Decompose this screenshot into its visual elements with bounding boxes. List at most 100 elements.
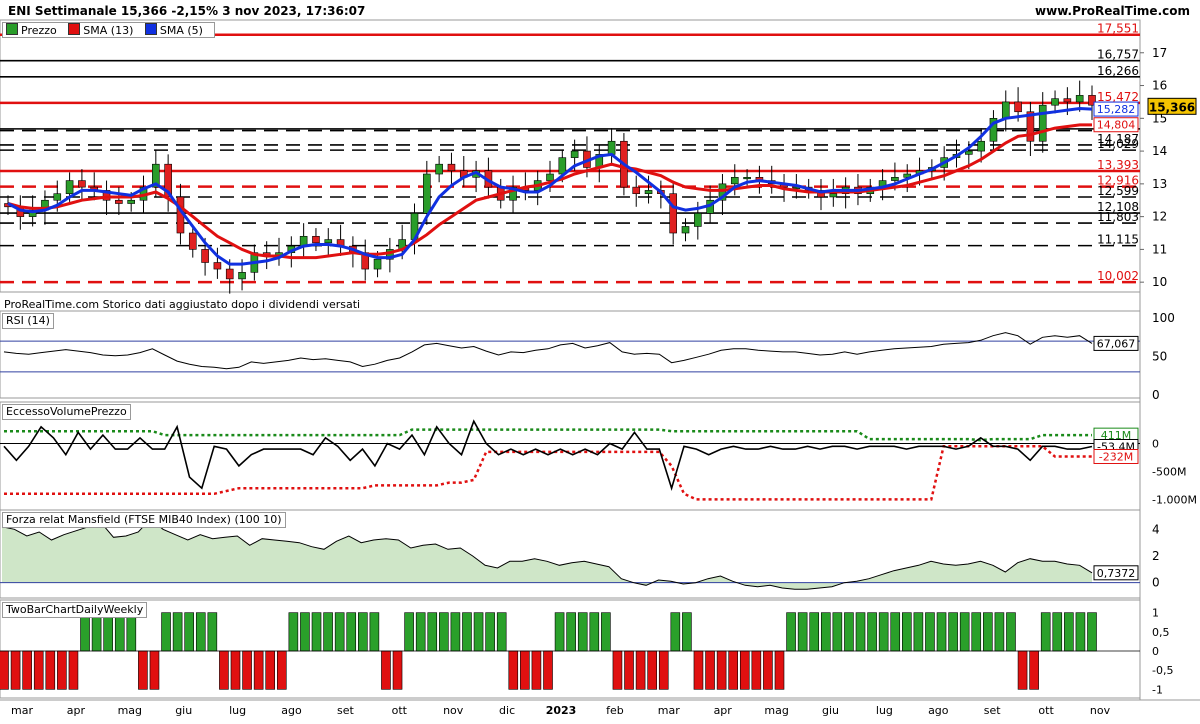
x-axis-label: nov — [443, 704, 464, 717]
twobar-bar — [276, 650, 287, 690]
side-tag-label: 15,282 — [1097, 103, 1136, 116]
twobar-bar — [936, 612, 947, 652]
twobar-bar — [959, 612, 970, 652]
evp-title-text: EccessoVolumePrezzo — [6, 405, 127, 418]
candle — [644, 190, 653, 194]
twobar-title[interactable]: TwoBarChartDailyWeekly — [2, 602, 148, 618]
price-legend: Prezzo SMA (13) SMA (5) — [2, 22, 215, 38]
twobar-bar — [358, 612, 368, 652]
candle — [607, 140, 616, 155]
twobar-bar — [809, 612, 820, 652]
candle — [558, 157, 567, 175]
twobar-bar — [219, 650, 229, 690]
legend-price-label: Prezzo — [21, 24, 57, 37]
candle — [694, 213, 702, 227]
twobar-bar — [832, 612, 843, 652]
price-y-tick-label: 10 — [1152, 275, 1167, 289]
price-y-tick-label: 12 — [1152, 210, 1167, 224]
chart-title: ENI Settimanale 15,366 -2,15% 3 nov 2023… — [8, 4, 365, 18]
twobar-bar — [161, 612, 171, 652]
twobar-bar — [971, 612, 982, 652]
candle — [546, 173, 554, 181]
legend-sma13[interactable]: SMA (13) — [68, 23, 133, 38]
twobar-bar — [473, 612, 484, 652]
level-label: 10,002 — [1097, 269, 1139, 283]
pane-frame-evp — [0, 401, 1141, 511]
twobar-bar — [925, 612, 935, 652]
price-swatch-icon — [6, 23, 18, 35]
x-axis-label: ott — [392, 704, 408, 717]
candle — [891, 177, 899, 181]
x-axis-label: giu — [175, 704, 192, 717]
last-price-label: 15,366 — [1149, 100, 1195, 114]
rsi-value-label: 67,067 — [1097, 337, 1136, 350]
twobar-bar — [797, 612, 808, 652]
twobar-bar — [601, 612, 611, 652]
twobar-bar — [820, 612, 831, 652]
x-axis-label: mar — [11, 704, 33, 717]
twobar-bar — [323, 612, 333, 652]
legend-sma5[interactable]: SMA (5) — [144, 23, 203, 38]
twobar-bar — [392, 650, 403, 690]
twobar-bar — [265, 650, 276, 690]
legend-price[interactable]: Prezzo — [6, 23, 57, 38]
data-note-text: ProRealTime.com Storico dati aggiustato … — [4, 298, 361, 311]
twobar-bar — [195, 612, 206, 652]
data-note: ProRealTime.com Storico dati aggiustato … — [4, 298, 360, 311]
twobar-bar — [22, 650, 32, 690]
candle — [829, 193, 838, 198]
side-tag-label: 14,804 — [1097, 119, 1136, 132]
legend-sma5-label: SMA (5) — [159, 24, 203, 37]
sma5-swatch-icon — [144, 23, 157, 35]
twobar-bar — [172, 612, 183, 652]
x-axis-label: set — [337, 704, 354, 717]
twobar-bar — [913, 612, 924, 652]
level-label: 16,266 — [1097, 64, 1139, 78]
twobar-bar — [415, 612, 426, 652]
x-axis-label: lug — [229, 704, 246, 717]
mansfield-value-label: 0,7372 — [1097, 567, 1136, 580]
twobar-bar — [647, 650, 657, 690]
candle — [1051, 98, 1059, 106]
level-label: 17,551 — [1097, 22, 1139, 36]
level-label: 16,757 — [1097, 48, 1139, 62]
site-label[interactable]: www.ProRealTime.com — [1035, 4, 1190, 18]
mansfield-title[interactable]: Forza relat Mansfield (FTSE MIB40 Index)… — [2, 512, 286, 528]
candle — [213, 262, 222, 270]
twobar-bar — [948, 612, 958, 652]
twobar-bar — [57, 650, 67, 690]
twobar-bar — [739, 650, 750, 690]
mansfield-y-tick-label: 2 — [1152, 549, 1160, 563]
site-text[interactable]: www.ProRealTime.com — [1035, 4, 1190, 18]
chart-svg: 17,55116,75716,26615,47214,67814,62714,1… — [0, 19, 1200, 717]
twobar-bar — [994, 612, 1005, 652]
twobar-bar — [138, 650, 148, 690]
twobar-bar — [658, 650, 669, 690]
twobar-bar — [705, 650, 715, 690]
twobar-y-tick-label: 0 — [1152, 645, 1159, 658]
twobar-bar — [890, 612, 901, 652]
evp-title[interactable]: EccessoVolumePrezzo — [2, 404, 131, 420]
candle — [65, 180, 74, 194]
candle — [78, 180, 86, 188]
twobar-bar — [589, 612, 600, 652]
twobar-bar — [508, 650, 519, 690]
candle — [115, 199, 123, 204]
twobar-bar — [369, 612, 380, 652]
candle — [238, 272, 246, 280]
twobar-bar — [427, 612, 438, 652]
x-axis-label: giu — [822, 704, 839, 717]
twobar-bar — [1029, 650, 1039, 690]
candle — [53, 193, 62, 201]
sma13-swatch-icon — [68, 23, 81, 35]
twobar-bar — [1017, 650, 1028, 690]
rsi-title[interactable]: RSI (14) — [2, 313, 54, 329]
candle — [447, 163, 456, 172]
twobar-bar — [670, 612, 681, 652]
twobar-bar — [45, 650, 56, 690]
price-y-tick-label: 14 — [1152, 144, 1167, 158]
legend-sma13-label: SMA (13) — [83, 24, 134, 37]
twobar-bar — [253, 650, 264, 690]
twobar-bar — [855, 612, 866, 652]
twobar-bar — [242, 650, 252, 690]
